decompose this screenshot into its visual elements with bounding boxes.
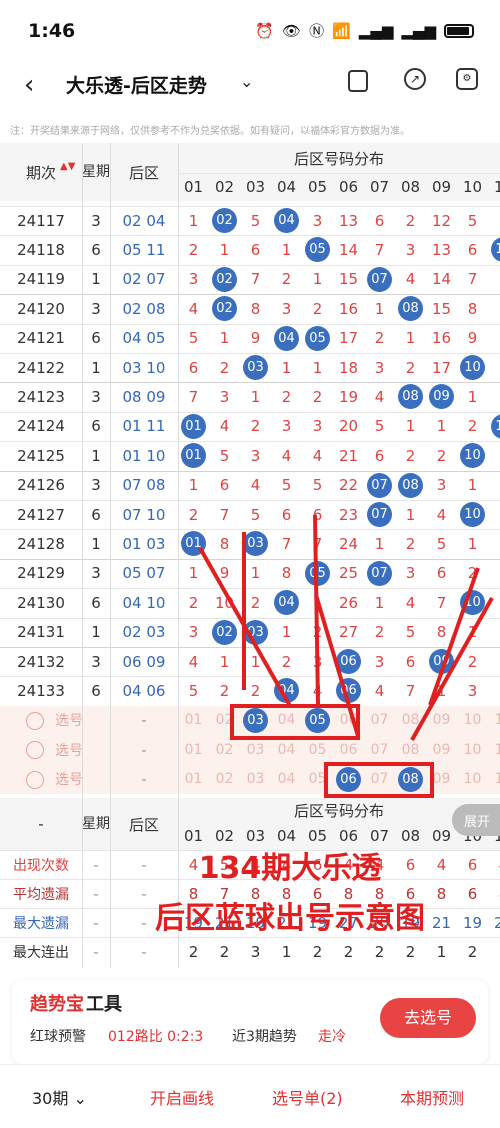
- annotation-arrow: [314, 594, 360, 737]
- annotation-overlay: 134期大乐透 后区蓝球出号示意图: [155, 514, 494, 936]
- tool-name: 趋势宝: [30, 994, 84, 1015]
- predict-button[interactable]: 本期预测: [400, 1085, 464, 1109]
- period-select[interactable]: 30期 ⌄: [32, 1085, 87, 1109]
- trend-label: 近3期趋势: [232, 1029, 297, 1045]
- trend-value: 走冷: [318, 1029, 346, 1045]
- go-select-button[interactable]: 去选号: [380, 998, 476, 1038]
- bottom-bar: 30期 ⌄ 开启画线 选号单(2) 本期预测: [0, 1064, 500, 1128]
- chevron-down-icon: ⌄: [73, 1089, 87, 1108]
- tool-suffix: 工具: [86, 994, 122, 1015]
- cart-button[interactable]: 选号单(2): [272, 1085, 343, 1109]
- warn-label: 红球预警: [30, 1029, 86, 1045]
- annotation-box: [324, 762, 434, 798]
- period-label: 30期: [32, 1089, 69, 1108]
- annotation-arrow: [313, 514, 320, 705]
- annotation-box: [230, 704, 360, 740]
- overlay-title: 134期大乐透: [199, 851, 382, 886]
- tool-card: 趋势宝 工具 红球预警 012路比 0:2:3 近3期趋势 走冷 去选号: [12, 980, 488, 1064]
- annotation-arrow: [410, 597, 494, 741]
- overlay-subtitle: 后区蓝球出号示意图: [155, 901, 425, 936]
- draw-line-button[interactable]: 开启画线: [150, 1085, 214, 1109]
- ratio-text: 012路比 0:2:3: [108, 1029, 204, 1045]
